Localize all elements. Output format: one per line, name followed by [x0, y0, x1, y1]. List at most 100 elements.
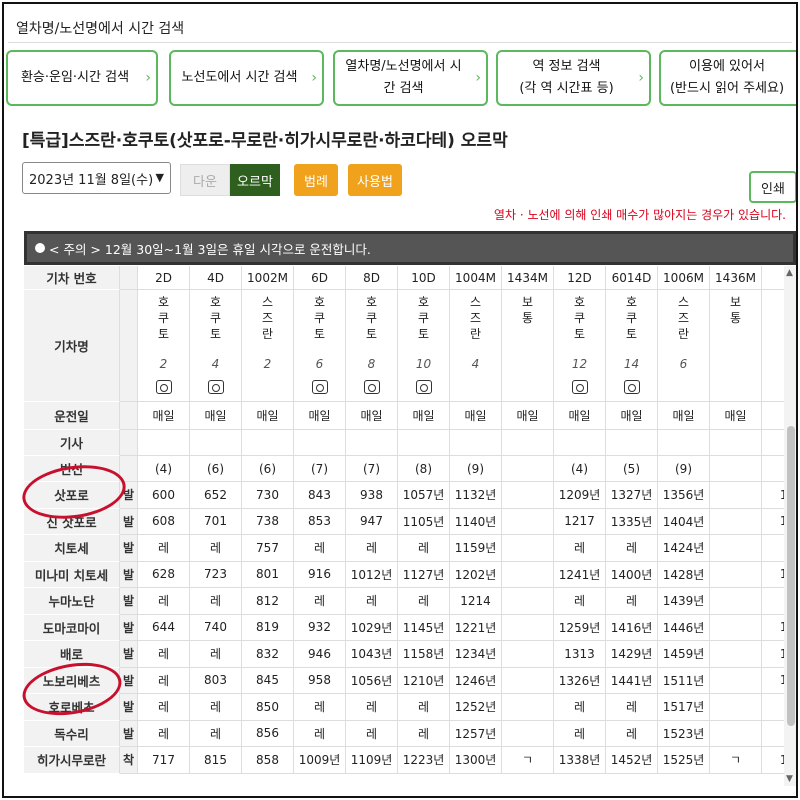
time-cell[interactable]: 1424년 — [658, 535, 710, 562]
time-cell[interactable] — [710, 561, 762, 588]
time-cell[interactable]: 850 — [242, 694, 294, 721]
time-cell[interactable]: 652 — [190, 482, 242, 509]
time-cell[interactable]: 858 — [242, 747, 294, 774]
station-name[interactable]: 신 삿포로 — [24, 508, 120, 535]
print-button[interactable]: 인쇄 — [749, 171, 796, 203]
time-cell[interactable]: 레 — [606, 720, 658, 747]
time-cell[interactable]: 1214 — [450, 588, 502, 615]
time-cell[interactable]: 16 — [762, 747, 784, 774]
time-cell[interactable]: 레 — [294, 588, 346, 615]
time-cell[interactable]: 레 — [398, 588, 450, 615]
time-cell[interactable]: 레 — [554, 535, 606, 562]
time-cell[interactable]: 1441년 — [606, 667, 658, 694]
time-cell[interactable]: 레 — [554, 588, 606, 615]
time-cell[interactable]: 1327년 — [606, 482, 658, 509]
time-cell[interactable] — [502, 535, 554, 562]
time-cell[interactable]: 레 — [190, 588, 242, 615]
time-cell[interactable]: 1429년 — [606, 641, 658, 668]
time-cell[interactable]: 832 — [242, 641, 294, 668]
time-cell[interactable]: 레 — [294, 535, 346, 562]
time-cell[interactable]: 14 — [762, 482, 784, 509]
time-cell[interactable]: 730 — [242, 482, 294, 509]
time-cell[interactable]: 레 — [190, 720, 242, 747]
time-cell[interactable]: 레 — [554, 694, 606, 721]
time-cell[interactable]: 958 — [294, 667, 346, 694]
time-cell[interactable] — [710, 535, 762, 562]
station-name[interactable]: 노보리베츠 — [24, 667, 120, 694]
train-name[interactable]: 호 쿠 토 12 — [554, 290, 606, 402]
time-cell[interactable] — [502, 588, 554, 615]
time-cell[interactable]: 1221년 — [450, 614, 502, 641]
howto-button[interactable]: 사용법 — [348, 164, 402, 196]
time-cell[interactable] — [502, 561, 554, 588]
time-cell[interactable]: 레 — [138, 667, 190, 694]
time-cell[interactable]: 845 — [242, 667, 294, 694]
time-cell[interactable]: 1132년 — [450, 482, 502, 509]
train-name[interactable]: 보통 — [710, 290, 762, 402]
time-cell[interactable]: 레 — [346, 535, 398, 562]
time-cell[interactable]: 1338년 — [554, 747, 606, 774]
time-cell[interactable] — [710, 588, 762, 615]
nav-train-name-search[interactable]: 열차명/노선명에서 시 간 검색 › — [333, 50, 488, 106]
time-cell[interactable]: ㄱ — [710, 747, 762, 774]
time-cell[interactable]: 1012년 — [346, 561, 398, 588]
time-cell[interactable]: 946 — [294, 641, 346, 668]
time-cell[interactable]: 1056년 — [346, 667, 398, 694]
time-cell[interactable]: 레 — [398, 694, 450, 721]
time-cell[interactable]: 레 — [398, 720, 450, 747]
time-cell[interactable]: 레 — [138, 535, 190, 562]
time-cell[interactable]: 1313 — [554, 641, 606, 668]
time-cell[interactable] — [502, 667, 554, 694]
time-cell[interactable]: 15 — [762, 641, 784, 668]
time-cell[interactable]: 레 — [138, 641, 190, 668]
time-cell[interactable]: 916 — [294, 561, 346, 588]
time-cell[interactable]: 1159년 — [450, 535, 502, 562]
time-cell[interactable]: 819 — [242, 614, 294, 641]
time-cell[interactable] — [502, 720, 554, 747]
station-name[interactable]: 배로 — [24, 641, 120, 668]
station-name[interactable]: 독수리 — [24, 720, 120, 747]
time-cell[interactable]: 803 — [190, 667, 242, 694]
time-cell[interactable]: 레 — [190, 535, 242, 562]
time-cell[interactable]: 738 — [242, 508, 294, 535]
time-cell[interactable]: ㄱ — [502, 747, 554, 774]
time-cell[interactable]: 1145년 — [398, 614, 450, 641]
train-name[interactable]: 스즈란 2 — [242, 290, 294, 402]
time-cell[interactable]: 1404년 — [658, 508, 710, 535]
time-cell[interactable] — [762, 588, 784, 615]
time-cell[interactable]: 레 — [294, 720, 346, 747]
time-cell[interactable]: 1259년 — [554, 614, 606, 641]
train-name[interactable]: 호쿠토 6 — [294, 290, 346, 402]
time-cell[interactable]: 1335년 — [606, 508, 658, 535]
time-cell[interactable]: 레 — [554, 720, 606, 747]
time-cell[interactable]: 1257년 — [450, 720, 502, 747]
time-cell[interactable]: 15 — [762, 561, 784, 588]
time-cell[interactable]: 레 — [398, 535, 450, 562]
time-cell[interactable] — [710, 694, 762, 721]
time-cell[interactable]: 1416년 — [606, 614, 658, 641]
time-cell[interactable] — [710, 641, 762, 668]
train-name[interactable]: 보통 — [502, 290, 554, 402]
time-cell[interactable]: 812 — [242, 588, 294, 615]
time-cell[interactable]: 1234년 — [450, 641, 502, 668]
time-cell[interactable]: 1439년 — [658, 588, 710, 615]
direction-up-button[interactable]: 오르막 — [230, 164, 280, 196]
time-cell[interactable] — [710, 482, 762, 509]
time-cell[interactable]: 938 — [346, 482, 398, 509]
time-cell[interactable]: 1252년 — [450, 694, 502, 721]
train-name[interactable]: 호 쿠 토 14 — [606, 290, 658, 402]
time-cell[interactable]: 레 — [346, 588, 398, 615]
time-cell[interactable]: 843 — [294, 482, 346, 509]
time-cell[interactable]: 947 — [346, 508, 398, 535]
time-cell[interactable]: 레 — [294, 694, 346, 721]
time-cell[interactable] — [762, 694, 784, 721]
time-cell[interactable]: 1217 — [554, 508, 606, 535]
time-cell[interactable]: 1202년 — [450, 561, 502, 588]
time-cell[interactable]: 1511년 — [658, 667, 710, 694]
time-cell[interactable]: 717 — [138, 747, 190, 774]
scrollbar-thumb[interactable] — [787, 426, 795, 726]
time-cell[interactable]: 레 — [346, 720, 398, 747]
scrollbar[interactable]: ▲ ▼ — [784, 266, 796, 786]
time-cell[interactable]: 853 — [294, 508, 346, 535]
time-cell[interactable]: 레 — [190, 641, 242, 668]
